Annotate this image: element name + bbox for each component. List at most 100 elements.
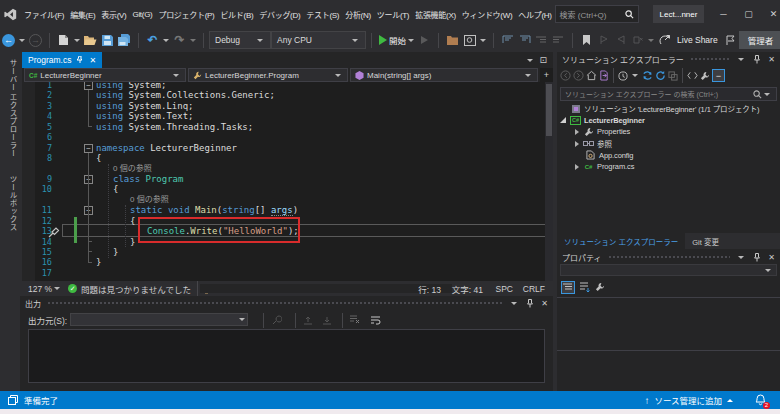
nav-project-dropdown[interactable]: C# LecturerBeginner — [24, 68, 186, 82]
redo-dropdown[interactable] — [190, 39, 196, 42]
health-check-icon[interactable]: ✓ — [68, 284, 77, 293]
menu-item-1[interactable]: 編集(E) — [67, 9, 98, 20]
code-editor[interactable]: 1using System;2using System.Collections.… — [22, 82, 553, 281]
quick-search-box[interactable]: 検索 (Ctrl+Q) — [555, 5, 639, 23]
se-nest-icon[interactable] — [668, 71, 678, 81]
notifications-bell-icon[interactable]: 2 — [755, 394, 766, 406]
output-content[interactable] — [28, 329, 545, 383]
menu-item-0[interactable]: ファイル(F) — [21, 9, 67, 20]
fold-marker[interactable]: − — [84, 144, 93, 153]
minimize-button[interactable]: ─ — [717, 8, 729, 20]
props-close-icon[interactable]: ✕ — [768, 253, 775, 262]
zoom-dropdown[interactable] — [54, 287, 60, 290]
bookmark-prev-icon[interactable] — [595, 32, 612, 48]
navigate-back-icon[interactable]: ← — [0, 32, 17, 48]
save-all-icon[interactable] — [116, 32, 133, 48]
clear-all-icon[interactable] — [346, 312, 363, 328]
properties-object-dropdown[interactable] — [560, 264, 777, 276]
nav-class-dropdown[interactable]: LecturerBeginner.Program — [188, 68, 348, 82]
indent-increase-icon[interactable] — [550, 32, 567, 48]
bookmark-clear-icon[interactable] — [629, 32, 646, 48]
tree-item--lecturerbeginner-1-1-[interactable]: ソリューション 'LecturerBeginner' (1/1 プロジェクト) — [560, 103, 760, 115]
live-share-label[interactable]: Live Share — [677, 35, 718, 45]
properties-panel-title-bar[interactable]: プロパティ ✕ — [557, 250, 780, 264]
se-collapse-all-icon[interactable]: − — [712, 69, 725, 82]
vertical-scrollbar[interactable] — [545, 82, 553, 281]
menu-item-6[interactable]: デバッグ(D) — [256, 9, 303, 20]
add-source-control-label[interactable]: ソース管理に追加 — [654, 394, 722, 406]
tree-item-app-config[interactable]: App.config — [575, 149, 633, 161]
menu-item-8[interactable]: 分析(N) — [342, 9, 374, 20]
menu-item-9[interactable]: ツール(T) — [374, 9, 412, 20]
new-file-dropdown[interactable] — [74, 39, 80, 42]
split-add-button[interactable]: + — [540, 68, 553, 82]
se-close-icon[interactable]: ✕ — [768, 55, 775, 64]
bookmark-icon[interactable] — [578, 32, 595, 48]
solution-search-dropdown[interactable] — [764, 93, 770, 96]
props-pin-icon[interactable] — [753, 253, 761, 262]
close-button[interactable]: ✕ — [767, 8, 779, 20]
se-filter-dropdown[interactable] — [632, 74, 638, 77]
tree-item-program-cs[interactable]: C#Program.cs — [575, 161, 634, 173]
menu-item-11[interactable]: ウィンドウ(W) — [459, 9, 515, 20]
se-pending-changes-filter-icon[interactable] — [618, 71, 628, 81]
source-control-dropdown[interactable] — [727, 399, 733, 402]
output-pin-icon[interactable] — [526, 299, 534, 308]
navigate-forward-icon[interactable]: → — [27, 32, 44, 48]
tab-server-explorer[interactable]: サーバー エクスプローラー — [7, 52, 18, 165]
comment-icon[interactable] — [499, 32, 516, 48]
props-property-pages-icon[interactable] — [595, 282, 605, 292]
fold-marker[interactable]: − — [84, 82, 93, 90]
collapse-arrow-icon[interactable] — [560, 117, 566, 123]
output-title-bar[interactable]: 出力 ✕ — [20, 296, 553, 310]
se-pin-icon[interactable] — [753, 55, 761, 64]
solution-explorer-title-bar[interactable]: ソリューション エクスプローラー ✕ — [557, 52, 780, 66]
goto-prev-message-icon[interactable] — [299, 312, 316, 328]
tab-list-dropdown[interactable] — [527, 59, 533, 62]
start-debug-label[interactable]: 開始 — [389, 34, 406, 46]
expand-arrow-icon[interactable] — [575, 141, 579, 147]
props-alphabetical-icon[interactable] — [579, 282, 591, 293]
se-show-all-files-icon[interactable] — [687, 71, 698, 80]
menu-item-4[interactable]: プロジェクト(P) — [155, 9, 217, 20]
se-update-icon[interactable] — [655, 70, 666, 81]
nav-member-dropdown[interactable]: Main(string[] args) — [350, 68, 538, 82]
tree-item-properties[interactable]: Properties — [575, 126, 630, 138]
menu-item-10[interactable]: 拡張機能(X) — [412, 9, 459, 20]
se-window-dropdown[interactable] — [738, 58, 744, 61]
find-dropdown[interactable] — [480, 39, 486, 42]
output-close-icon[interactable]: ✕ — [541, 299, 548, 308]
maximize-button[interactable]: ▢ — [742, 8, 754, 20]
output-window-dropdown[interactable] — [511, 302, 517, 305]
feedback-icon[interactable] — [722, 32, 739, 48]
output-source-dropdown[interactable] — [70, 313, 248, 326]
menu-item-5[interactable]: ビルド(B) — [217, 9, 256, 20]
navigate-back-dropdown[interactable] — [19, 39, 25, 42]
live-unit-test-icon[interactable] — [444, 32, 461, 48]
se-forward-icon[interactable] — [573, 70, 584, 81]
quick-actions-screwdriver-icon[interactable] — [48, 225, 61, 238]
se-sync-active-doc-icon[interactable] — [599, 70, 609, 81]
menu-item-3[interactable]: Git(G) — [129, 10, 155, 19]
codelens-row[interactable]: 0 個の参照 — [22, 164, 553, 174]
solution-search-icon[interactable] — [753, 90, 762, 99]
undo-dropdown[interactable] — [163, 39, 169, 42]
se-back-icon[interactable] — [560, 70, 571, 81]
new-file-icon[interactable] — [55, 32, 72, 48]
bookmark-next-icon[interactable] — [612, 32, 629, 48]
props-window-dropdown[interactable] — [738, 256, 744, 259]
zoom-level[interactable]: 127 % — [28, 284, 52, 294]
live-share-icon[interactable] — [656, 32, 673, 48]
tree-item--[interactable]: 参照 — [575, 138, 612, 150]
open-file-icon[interactable] — [82, 32, 99, 48]
solution-platform-dropdown[interactable]: Any CPU — [271, 31, 366, 49]
pin-icon[interactable] — [76, 56, 84, 64]
start-debug-icon[interactable] — [377, 32, 389, 48]
start-debug-dropdown[interactable] — [408, 39, 414, 42]
tab-program-cs[interactable]: Program.cs ✕ — [22, 52, 102, 68]
health-message[interactable]: 問題は見つかりませんでした — [81, 283, 191, 295]
add-source-control-icon[interactable]: ↑ — [644, 395, 649, 406]
indent-decrease-icon[interactable] — [533, 32, 550, 48]
editor-options-icon[interactable]: ⊡ — [539, 55, 547, 65]
search-icon[interactable] — [625, 10, 634, 19]
